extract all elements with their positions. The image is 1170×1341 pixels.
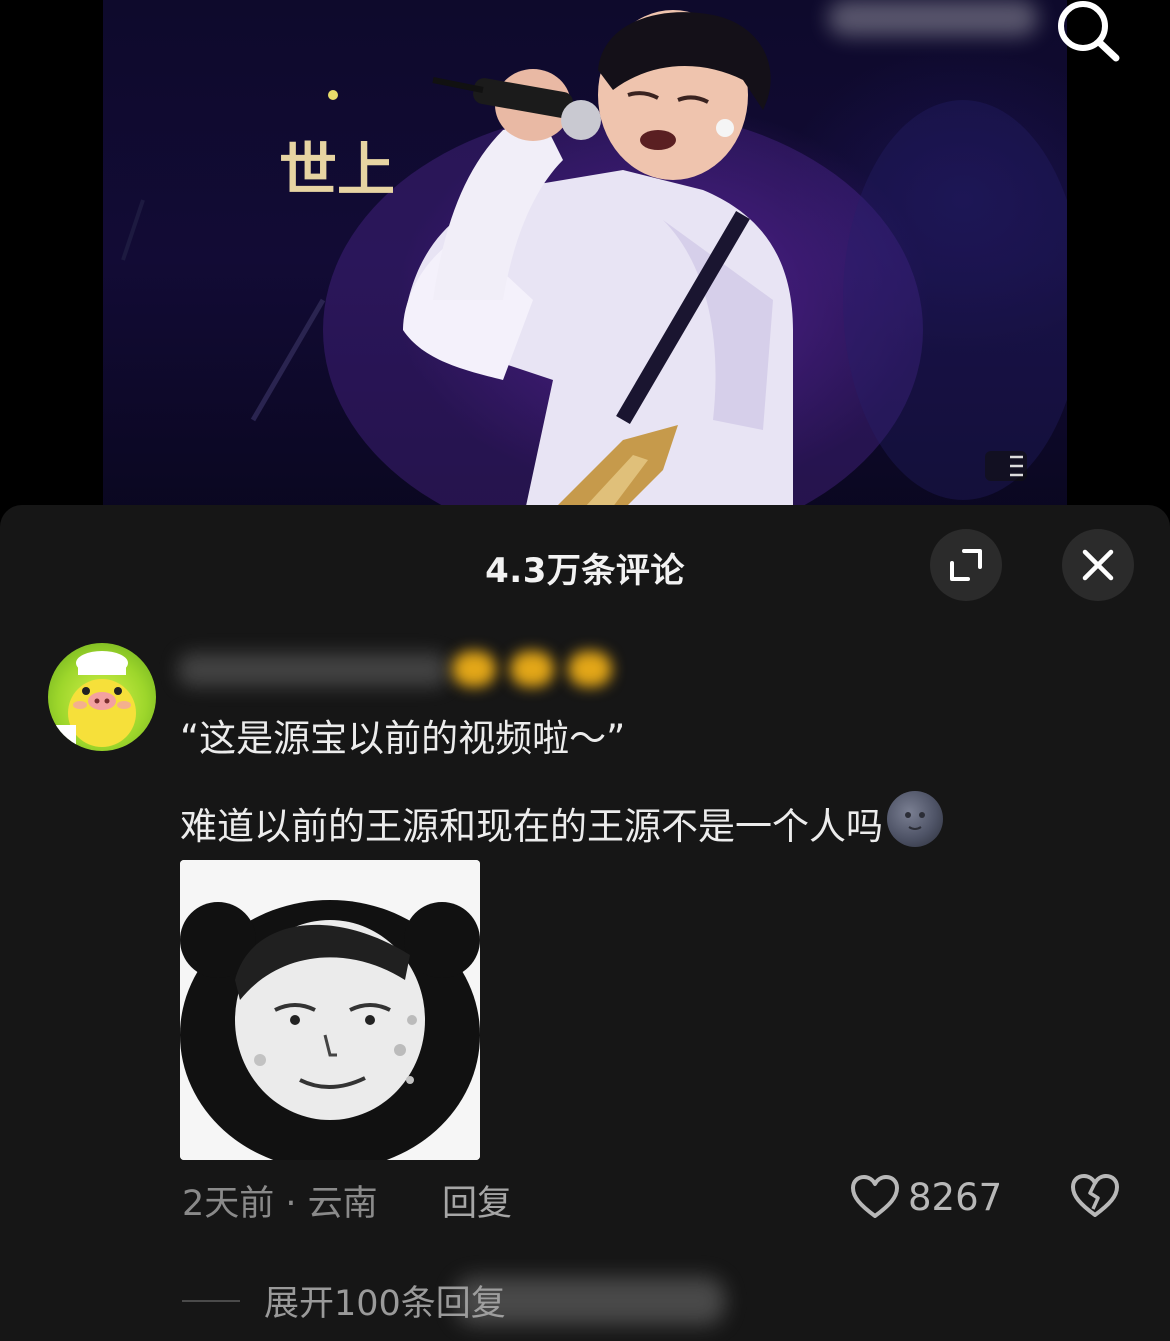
search-icon xyxy=(1058,1,1120,62)
chick-chef-avatar-icon xyxy=(54,651,136,747)
close-icon xyxy=(1082,549,1114,581)
user-badges xyxy=(452,651,612,689)
comment-sticker-image[interactable] xyxy=(180,860,480,1160)
panda-meme-sticker xyxy=(180,860,480,1160)
search-button[interactable] xyxy=(1052,0,1128,66)
dislike-button[interactable] xyxy=(1070,1171,1120,1221)
video-logo-text: 世上 xyxy=(279,138,395,203)
comments-sheet: 4.3万条评论 “这是源宝以前的视频啦～” 难道以前的王源和现在的王源不是一个人… xyxy=(0,505,1170,1341)
like-count: 8267 xyxy=(908,1175,1003,1219)
comment-text-line2-body: 难道以前的王源和现在的王源不是一个人吗 xyxy=(180,805,883,848)
broken-heart-icon xyxy=(1071,1174,1119,1217)
menu-lines-icon[interactable] xyxy=(985,447,1035,487)
app-screen: 世上 4.3万条评论 “这是源宝以前的视频啦～” 难道以前的王源和现在的王源不是… xyxy=(0,0,1170,1341)
badge-icon xyxy=(568,651,612,687)
username-blurred[interactable] xyxy=(178,653,448,687)
video-player[interactable]: 世上 xyxy=(0,0,1170,520)
comment-time-location: 2天前 · 云南 xyxy=(182,1184,378,1224)
expand-icon xyxy=(950,549,982,581)
video-scene: 世上 xyxy=(121,10,1067,520)
badge-icon xyxy=(510,651,554,687)
divider-line xyxy=(182,1299,240,1302)
like-button[interactable]: 8267 xyxy=(850,1171,1002,1223)
new-moon-face-emoji xyxy=(887,791,943,847)
comment-text-line2: 难道以前的王源和现在的王源不是一个人吗 xyxy=(180,791,943,849)
video-frame[interactable]: 世上 xyxy=(103,0,1067,520)
avatar[interactable] xyxy=(48,643,156,751)
expand-button[interactable] xyxy=(930,529,1002,601)
heart-outline-icon xyxy=(851,1175,899,1218)
close-button[interactable] xyxy=(1062,529,1134,601)
blurred-overlay xyxy=(828,0,1038,36)
comment-text-line1: “这是源宝以前的视频啦～” xyxy=(180,717,626,760)
blurred-overlay xyxy=(455,1277,725,1325)
reply-button[interactable]: 回复 xyxy=(442,1175,512,1226)
badge-icon xyxy=(452,651,496,687)
